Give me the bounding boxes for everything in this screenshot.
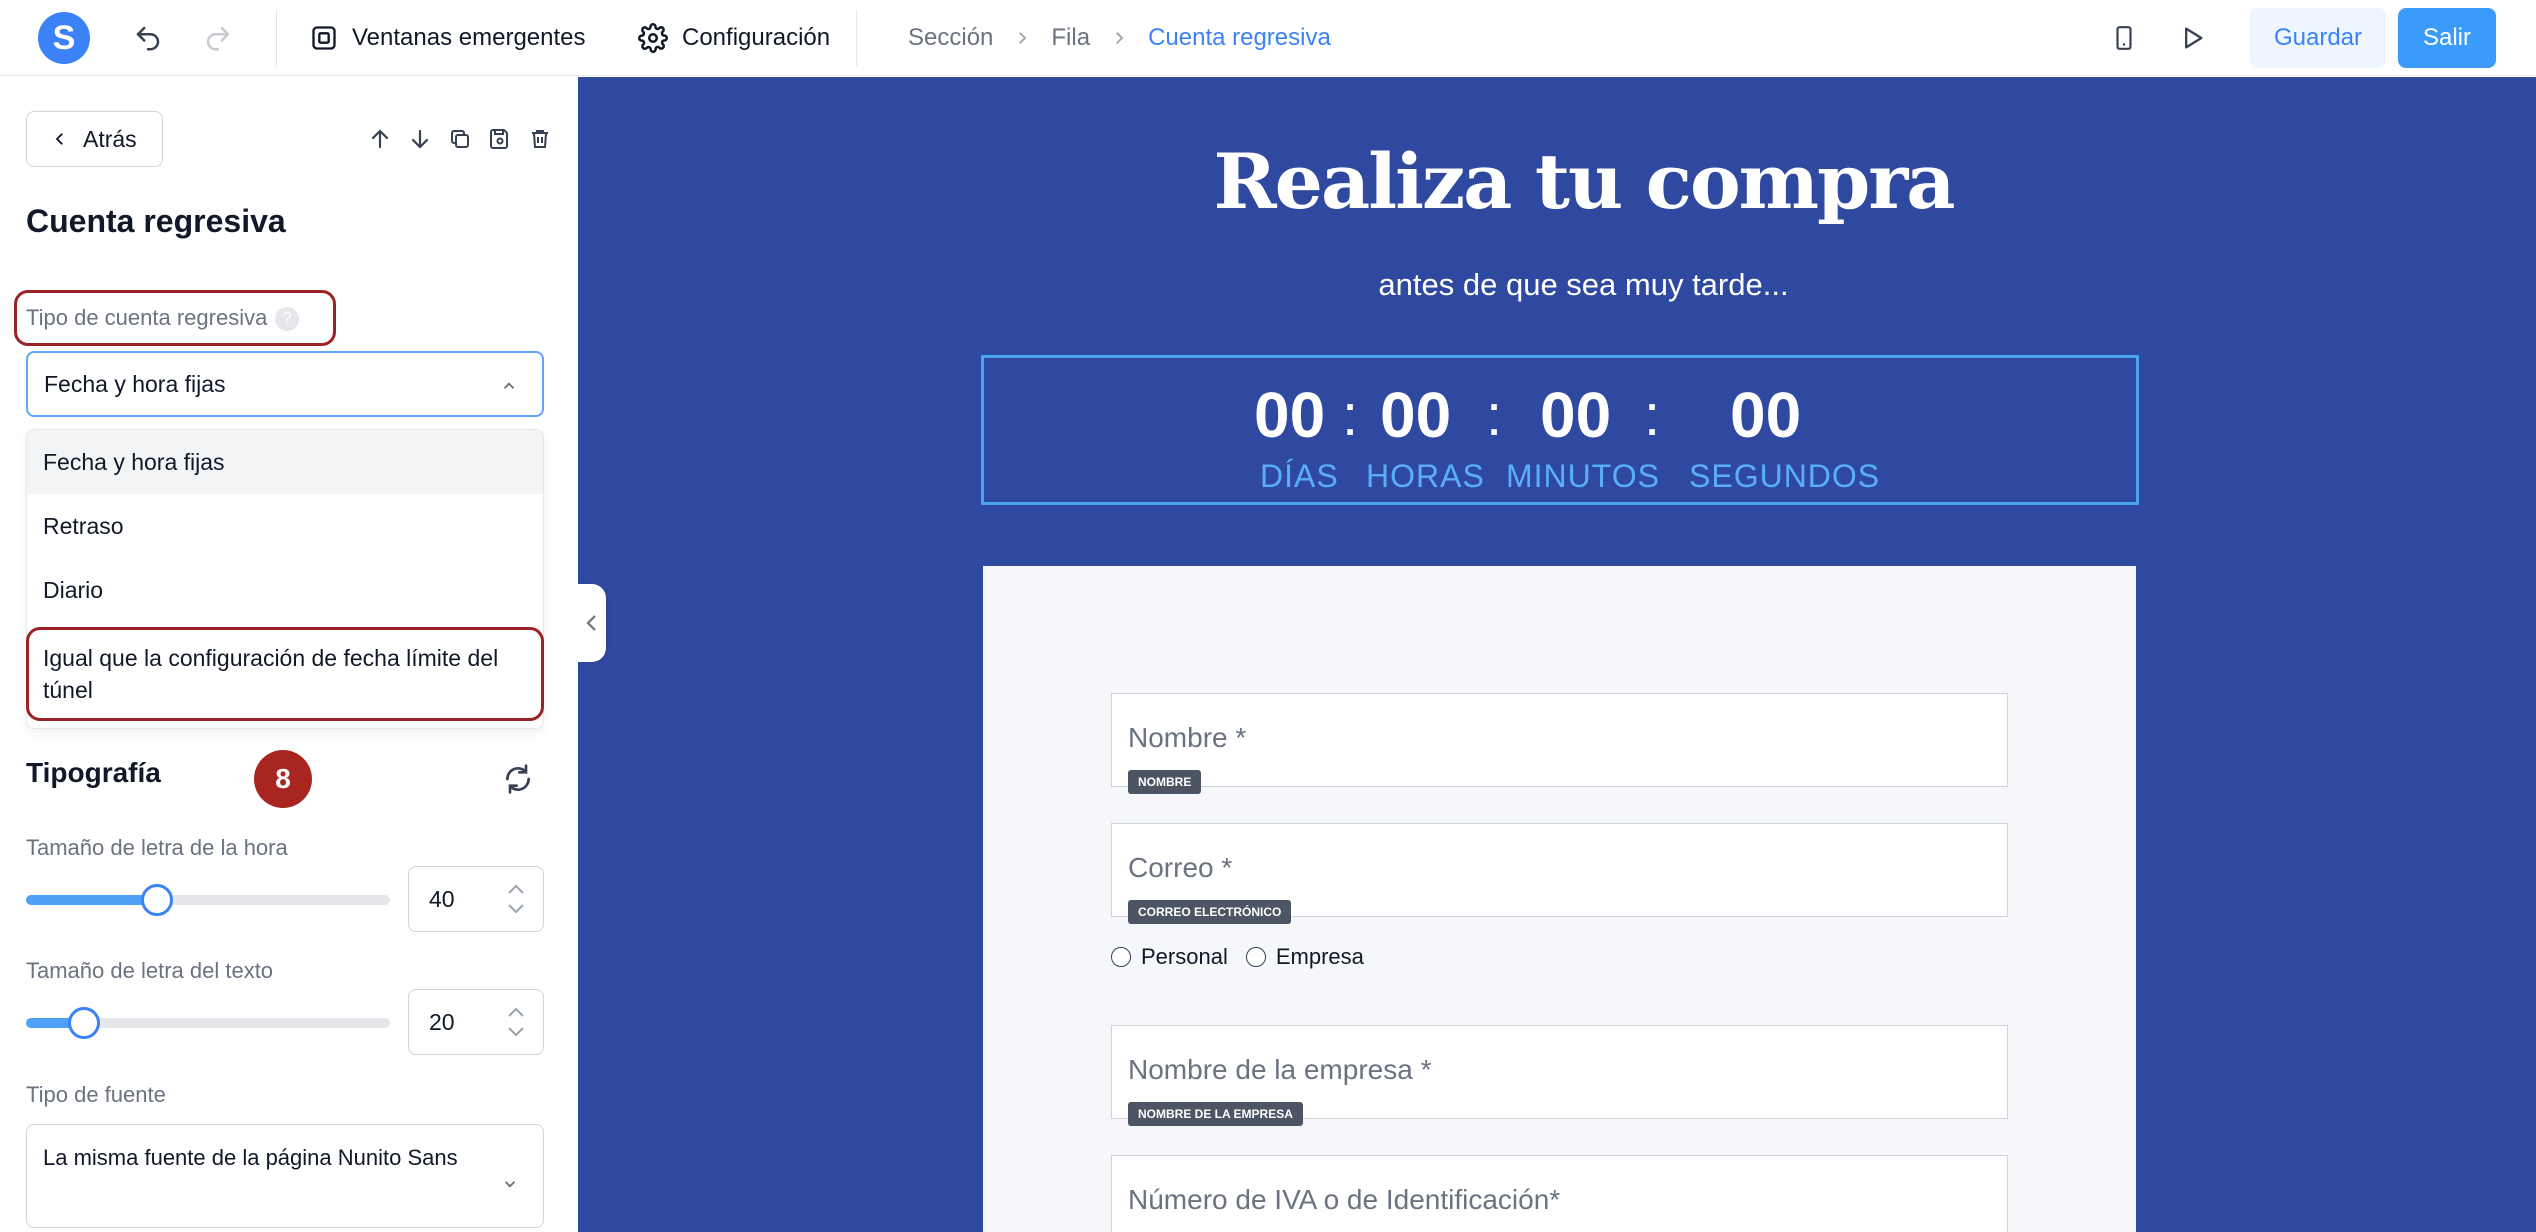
- hour-font-size-label: Tamaño de letra de la hora: [26, 835, 288, 860]
- option-fixed-date[interactable]: Fecha y hora fijas: [27, 430, 543, 494]
- countdown-separator: :: [1486, 383, 1503, 448]
- company-field-tag: NOMBRE DE LA EMPRESA: [1128, 1102, 1303, 1126]
- font-type-label: Tipo de fuente: [26, 1082, 166, 1107]
- countdown-days: 00: [1254, 379, 1326, 451]
- vat-input[interactable]: Número de IVA o de Identificación*: [1111, 1155, 2008, 1232]
- reset-icon[interactable]: [502, 763, 534, 800]
- customer-type-radios: Personal Empresa: [1111, 944, 1364, 970]
- breadcrumb: Sección Fila Cuenta regresiva: [908, 18, 1331, 58]
- move-down-icon[interactable]: [406, 121, 434, 157]
- gear-icon: [638, 23, 668, 53]
- countdown-seconds-label: SEGUNDOS: [1689, 458, 1881, 494]
- exit-button[interactable]: Salir: [2398, 8, 2496, 68]
- collapse-panel-button[interactable]: [578, 584, 606, 662]
- email-placeholder: Correo *: [1128, 852, 1233, 883]
- redo-icon[interactable]: [200, 20, 236, 56]
- play-preview-icon[interactable]: [2174, 20, 2210, 56]
- popup-window-icon: [312, 26, 336, 50]
- font-type-select[interactable]: La misma fuente de la página Nunito Sans: [26, 1124, 544, 1228]
- back-label: Atrás: [83, 125, 137, 152]
- chevron-right-icon: [1019, 32, 1027, 44]
- undo-icon[interactable]: [130, 20, 166, 56]
- hour-slider-handle[interactable]: [141, 884, 173, 916]
- countdown-seconds: 00: [1730, 379, 1802, 451]
- step-badge: 8: [254, 750, 312, 808]
- page-preview-canvas[interactable]: Realiza tu compra antes de que sea muy t…: [578, 77, 2536, 1232]
- radio-company-label: Empresa: [1275, 944, 1364, 969]
- annotation-highlight-option: [26, 627, 544, 721]
- countdown-block[interactable]: 00 : 00 : 00 : 00 DÍAS HORAS MINUTOS SEG…: [981, 355, 2139, 505]
- mobile-preview-icon[interactable]: [2106, 20, 2142, 56]
- chevron-up-icon: [503, 382, 515, 389]
- settings-button[interactable]: Configuración: [638, 18, 830, 58]
- hour-font-size-value: 40: [429, 885, 455, 912]
- chevron-down-icon: [504, 1181, 516, 1188]
- trash-icon[interactable]: [526, 121, 554, 157]
- countdown-minutes-label: MINUTOS: [1506, 458, 1660, 494]
- text-font-size-input[interactable]: 20: [408, 989, 544, 1055]
- text-font-size-slider[interactable]: [26, 1007, 390, 1039]
- settings-label: Configuración: [682, 24, 831, 51]
- breadcrumb-section[interactable]: Sección: [908, 24, 993, 52]
- countdown-type-select[interactable]: Fecha y hora fijas: [26, 351, 544, 417]
- radio-company[interactable]: [1245, 947, 1266, 967]
- save-block-icon[interactable]: [486, 121, 514, 157]
- vat-placeholder: Número de IVA o de Identificación*: [1128, 1184, 1561, 1215]
- name-input[interactable]: Nombre * NOMBRE: [1111, 693, 2008, 794]
- company-placeholder: Nombre de la empresa *: [1128, 1054, 1432, 1085]
- text-font-size-value: 20: [429, 1008, 455, 1035]
- countdown-hours: 00: [1380, 379, 1452, 451]
- hero-subtitle[interactable]: antes de que sea muy tarde...: [1101, 267, 2066, 303]
- help-icon[interactable]: ?: [275, 307, 300, 332]
- countdown-separator: :: [1644, 383, 1661, 448]
- stepper-icon[interactable]: [505, 879, 527, 919]
- typography-title: Tipografía: [26, 757, 161, 788]
- company-name-input[interactable]: Nombre de la empresa * NOMBRE DE LA EMPR…: [1111, 1025, 2008, 1126]
- countdown-type-selected: Fecha y hora fijas: [44, 370, 226, 397]
- toolbar-divider: [276, 10, 277, 66]
- popups-button[interactable]: Ventanas emergentes: [310, 18, 586, 58]
- chevron-right-icon: [1116, 32, 1124, 44]
- hour-font-size-slider[interactable]: [26, 884, 390, 916]
- text-slider-handle[interactable]: [68, 1007, 100, 1039]
- top-bar: S Ventanas emergentes Configuración Secc…: [0, 0, 2536, 76]
- countdown-separator: :: [1342, 383, 1359, 448]
- countdown-type-label-text: Tipo de cuenta regresiva: [26, 305, 268, 330]
- countdown-hours-label: HORAS: [1366, 458, 1485, 494]
- back-button[interactable]: Atrás: [26, 111, 163, 167]
- countdown-days-label: DÍAS: [1260, 458, 1339, 494]
- radio-personal[interactable]: [1111, 947, 1131, 967]
- popups-label: Ventanas emergentes: [352, 24, 586, 51]
- radio-personal-label: Personal: [1141, 944, 1228, 969]
- panel-title: Cuenta regresiva: [26, 203, 286, 239]
- email-input[interactable]: Correo * CORREO ELECTRÓNICO: [1111, 823, 2008, 924]
- move-up-icon[interactable]: [366, 121, 394, 157]
- hour-font-size-input[interactable]: 40: [408, 866, 544, 932]
- chevron-left-icon: [55, 133, 63, 145]
- email-field-tag: CORREO ELECTRÓNICO: [1128, 900, 1292, 924]
- name-field-tag: NOMBRE: [1128, 770, 1202, 794]
- hero-title[interactable]: Realiza tu compra: [1101, 137, 2066, 226]
- form-card: Nombre * NOMBRE Correo * CORREO ELECTRÓN…: [983, 566, 2136, 1232]
- hour-slider-fill: [26, 895, 157, 905]
- font-type-value: La misma fuente de la página Nunito Sans: [43, 1145, 458, 1170]
- chevron-left-icon: [586, 615, 596, 631]
- stepper-icon[interactable]: [505, 1002, 527, 1042]
- element-toolbar: [366, 121, 554, 157]
- app-logo[interactable]: S: [38, 12, 90, 64]
- text-font-size-label: Tamaño de letra del texto: [26, 958, 274, 983]
- countdown-minutes: 00: [1540, 379, 1612, 451]
- breadcrumb-countdown[interactable]: Cuenta regresiva: [1148, 24, 1331, 52]
- breadcrumb-row[interactable]: Fila: [1051, 24, 1090, 52]
- name-placeholder: Nombre *: [1128, 722, 1247, 753]
- duplicate-icon[interactable]: [446, 121, 474, 157]
- countdown-type-label: Tipo de cuenta regresiva?: [26, 305, 300, 332]
- toolbar-divider: [856, 10, 857, 66]
- option-delay[interactable]: Retraso: [27, 494, 543, 558]
- option-daily[interactable]: Diario: [27, 558, 543, 622]
- save-button[interactable]: Guardar: [2250, 8, 2386, 68]
- settings-panel: Atrás Cuenta regresiva Tipo de cuenta re…: [0, 77, 578, 1232]
